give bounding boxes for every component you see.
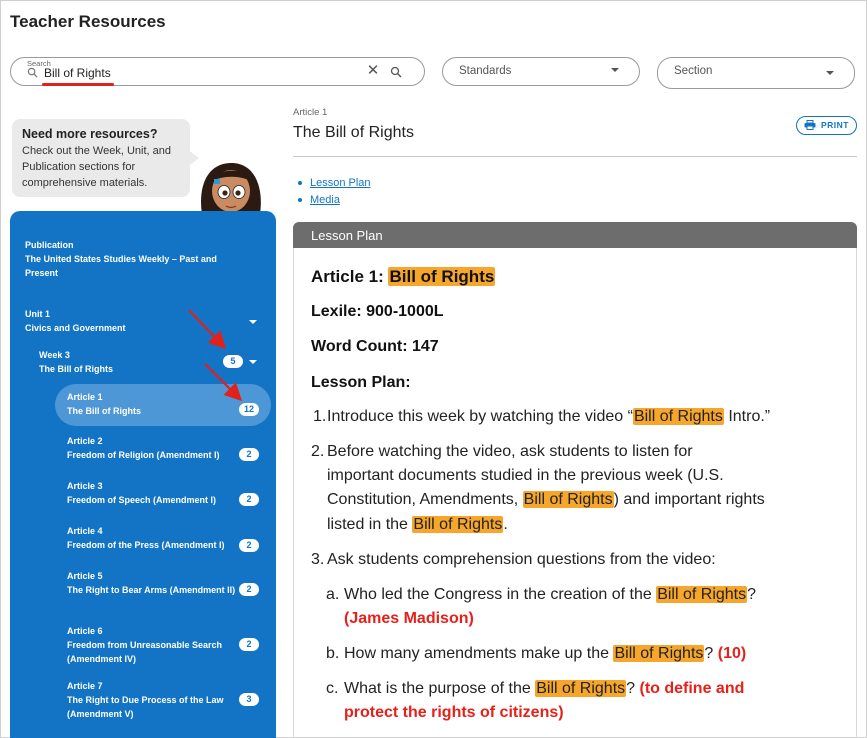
article-count-badge: 2 (239, 539, 259, 552)
question-a: Who led the Congress in the creation of … (344, 586, 757, 603)
list-item-letter: c. (326, 680, 339, 697)
search-highlight: Bill of Rights (388, 267, 496, 286)
question-c: What is the purpose of the Bill of Right… (344, 680, 745, 697)
standards-label: Standards (459, 65, 512, 77)
promo-text: Check out the Week, Unit, and Publicatio… (22, 145, 171, 189)
section-dropdown[interactable]: Section (657, 57, 855, 89)
lesson-step-3: Ask students comprehension questions fro… (327, 551, 716, 568)
publication-label: Publication (25, 240, 74, 250)
resources-promo: Need more resources? Check out the Week,… (12, 119, 190, 197)
lexile-text: Lexile: 900-1000L (311, 303, 444, 320)
search-highlight: Bill of Rights (613, 645, 705, 662)
search-field[interactable]: Search Bill of Rights ✕ (10, 57, 425, 86)
list-item-number: 1. (313, 408, 327, 425)
article-count-badge: 3 (239, 693, 259, 706)
lesson-plan-panel-header: Lesson Plan (293, 222, 857, 248)
article-count-badge: 2 (239, 638, 259, 651)
sidebar-item-article[interactable]: Freedom from Unreasonable Search (Amendm… (67, 638, 237, 666)
chevron-down-icon (611, 68, 619, 72)
search-highlight: Bill of Rights (632, 408, 724, 425)
chevron-down-icon (826, 71, 834, 75)
chevron-down-icon[interactable] (249, 360, 257, 364)
standards-dropdown[interactable]: Standards (442, 57, 640, 86)
answer-c-continued: protect the rights of citizens) (344, 704, 564, 721)
lesson-step-2-line: listed in the Bill of Rights. (327, 516, 508, 533)
list-item-number: 2. (311, 443, 325, 460)
article-label: Article 1 (67, 392, 103, 402)
list-item: Lesson Plan (298, 175, 371, 192)
article-title: The Bill of Rights (293, 124, 414, 141)
article-label: Article 2 (67, 436, 103, 446)
answer-c: (to define and (639, 680, 745, 697)
media-link[interactable]: Media (310, 194, 340, 206)
search-input[interactable]: Bill of Rights (44, 66, 111, 80)
lesson-step-2-line: Constitution, Amendments, Bill of Rights… (327, 491, 765, 508)
sidebar-item-article[interactable]: The Bill of Rights (67, 404, 141, 418)
list-item-number: 3. (311, 551, 325, 568)
lesson-plan-link[interactable]: Lesson Plan (310, 177, 371, 189)
search-highlight: Bill of Rights (522, 491, 614, 508)
answer-a: (James Madison) (344, 610, 474, 627)
sidebar-item-article[interactable]: Freedom of the Press (Amendment I) (67, 538, 225, 552)
promo-title: Need more resources? (22, 127, 158, 141)
article-label: Article 4 (67, 526, 103, 536)
print-label: PRINT (821, 120, 849, 130)
article-count-badge: 12 (239, 403, 259, 416)
article-label: Article 5 (67, 571, 103, 581)
search-highlight: Bill of Rights (656, 586, 748, 603)
sidebar-item-week[interactable]: The Bill of Rights (39, 362, 113, 376)
red-underline-annotation (42, 83, 114, 86)
search-icon (27, 67, 38, 78)
sidebar-item-article[interactable]: Freedom of Religion (Amendment I) (67, 448, 220, 462)
print-button[interactable]: PRINT (796, 116, 857, 135)
article-label: Article 3 (67, 481, 103, 491)
list-item-letter: b. (326, 645, 340, 662)
word-count-text: Word Count: 147 (311, 338, 439, 355)
page-title: Teacher Resources (10, 12, 166, 31)
answer-b: (10) (717, 645, 747, 662)
sidebar-item-article[interactable]: The Right to Due Process of the Law (Ame… (67, 693, 237, 721)
chevron-down-icon[interactable] (249, 320, 257, 324)
list-item-letter: a. (326, 586, 340, 603)
article-label: Article 7 (67, 681, 103, 691)
sidebar-item-article[interactable]: The Right to Bear Arms (Amendment II) (67, 583, 237, 597)
week-count-badge: 5 (223, 355, 243, 368)
divider (293, 156, 857, 157)
lesson-step-2-line: important documents studied in the previ… (327, 467, 724, 484)
unit-label: Unit 1 (25, 309, 51, 319)
lesson-step-2-line: Before watching the video, ask students … (327, 443, 693, 460)
lesson-plan-heading: Lesson Plan: (311, 374, 411, 391)
sidebar-navigation: Publication The United States Studies We… (10, 211, 276, 738)
lesson-step-1: Introduce this week by watching the vide… (327, 408, 771, 425)
article-label: Article 6 (67, 626, 103, 636)
section-label: Section (674, 65, 713, 77)
search-highlight: Bill of Rights (412, 516, 504, 533)
question-b: How many amendments make up the Bill of … (344, 645, 747, 662)
article-count-badge: 2 (239, 583, 259, 596)
article-count-badge: 2 (239, 448, 259, 461)
lesson-heading: Article 1: Bill of Rights (311, 267, 496, 286)
sidebar-item-unit[interactable]: Civics and Government (25, 321, 126, 335)
printer-icon (804, 120, 816, 130)
sidebar-item-article[interactable]: Freedom of Speech (Amendment I) (67, 493, 216, 507)
week-label: Week 3 (39, 350, 70, 360)
window-frame: Teacher Resources Search Bill of Rights … (0, 0, 867, 738)
article-links: Lesson Plan Media (298, 175, 371, 208)
clear-search-icon[interactable]: ✕ (366, 63, 380, 78)
search-submit-icon[interactable] (390, 66, 402, 78)
article-count-badge: 2 (239, 493, 259, 506)
sidebar-item-publication[interactable]: The United States Studies Weekly – Past … (25, 252, 240, 280)
search-highlight: Bill of Rights (535, 680, 627, 697)
article-kicker: Article 1 (293, 107, 328, 118)
list-item: Media (298, 192, 371, 209)
